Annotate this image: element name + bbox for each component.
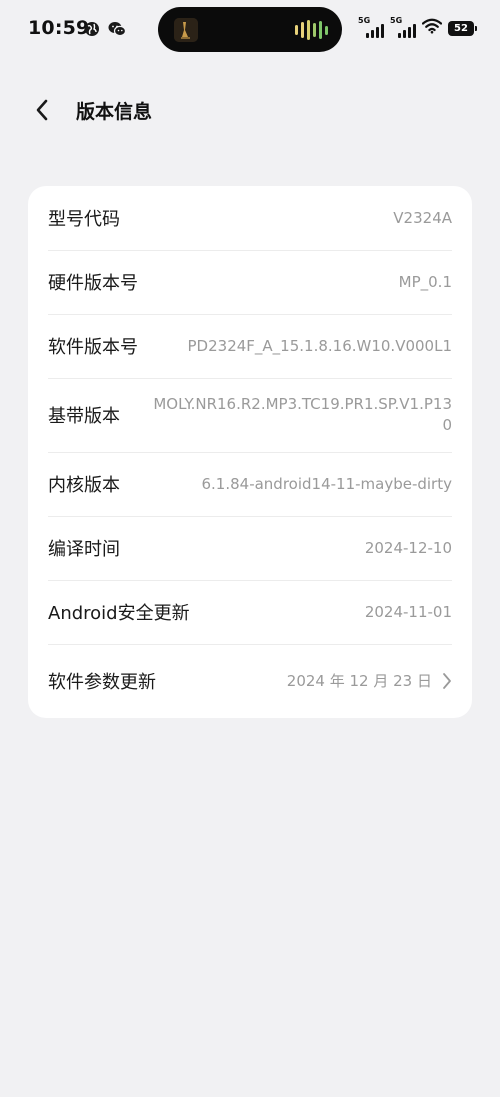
row-value: PD2324F_A_15.1.8.16.W10.V000L1 xyxy=(187,336,452,355)
status-time: 10:59 xyxy=(28,17,90,39)
row-label: 基带版本 xyxy=(48,406,120,427)
globe-icon xyxy=(84,21,100,41)
row-model-code: 型号代码 V2324A xyxy=(28,186,472,250)
status-left-icons xyxy=(84,21,127,41)
row-value: V2324A xyxy=(393,208,452,227)
row-value: MOLY.NR16.R2.MP3.TC19.PR1.SP.V1.P130 xyxy=(153,395,452,434)
row-software-version: 软件版本号 PD2324F_A_15.1.8.16.W10.V000L1 xyxy=(28,314,472,378)
row-android-security-update: Android安全更新 2024-11-01 xyxy=(28,580,472,644)
battery-indicator: 52 xyxy=(448,20,477,36)
page-header: 版本信息 xyxy=(0,88,500,132)
wechat-icon xyxy=(108,21,127,41)
row-label: 软件版本号 xyxy=(48,337,138,358)
row-build-time: 编译时间 2024-12-10 xyxy=(28,516,472,580)
status-right-icons: 5G 5G 52 xyxy=(358,16,477,38)
row-software-parameter-update[interactable]: 软件参数更新 2024 年 12 月 23 日 xyxy=(28,644,472,718)
chevron-right-icon xyxy=(442,672,452,690)
row-value: 2024-11-01 xyxy=(364,602,452,621)
wifi-icon xyxy=(421,18,443,38)
row-label: 型号代码 xyxy=(48,209,120,230)
audio-waveform-icon xyxy=(295,20,328,40)
row-label: 内核版本 xyxy=(48,475,120,496)
row-kernel-version: 内核版本 6.1.84-android14-11-maybe-dirty xyxy=(28,452,472,516)
row-value: MP_0.1 xyxy=(398,272,452,291)
row-label: 编译时间 xyxy=(48,539,120,560)
row-baseband-version: 基带版本 MOLY.NR16.R2.MP3.TC19.PR1.SP.V1.P13… xyxy=(28,378,472,452)
cellular-signal-icon: 5G xyxy=(390,16,416,38)
row-label: 软件参数更新 xyxy=(48,672,156,693)
row-value: 2024 年 12 月 23 日 xyxy=(286,671,432,690)
row-hardware-version: 硬件版本号 MP_0.1 xyxy=(28,250,472,314)
back-arrow-icon xyxy=(36,99,48,121)
cellular-signal-icon: 5G xyxy=(358,16,384,38)
page-title: 版本信息 xyxy=(76,101,153,123)
album-art-thumbnail xyxy=(174,18,198,42)
row-value: 2024-12-10 xyxy=(364,538,452,557)
status-bar: 10:59 5G 5G 52 xyxy=(0,0,500,60)
row-label: 硬件版本号 xyxy=(48,273,138,294)
row-label: Android安全更新 xyxy=(48,603,190,624)
row-right: 2024 年 12 月 23 日 xyxy=(269,671,452,692)
row-value: 6.1.84-android14-11-maybe-dirty xyxy=(201,474,452,493)
back-button[interactable] xyxy=(26,94,58,126)
dynamic-island[interactable] xyxy=(158,7,342,52)
version-info-card: 型号代码 V2324A 硬件版本号 MP_0.1 软件版本号 PD2324F_A… xyxy=(28,186,472,718)
